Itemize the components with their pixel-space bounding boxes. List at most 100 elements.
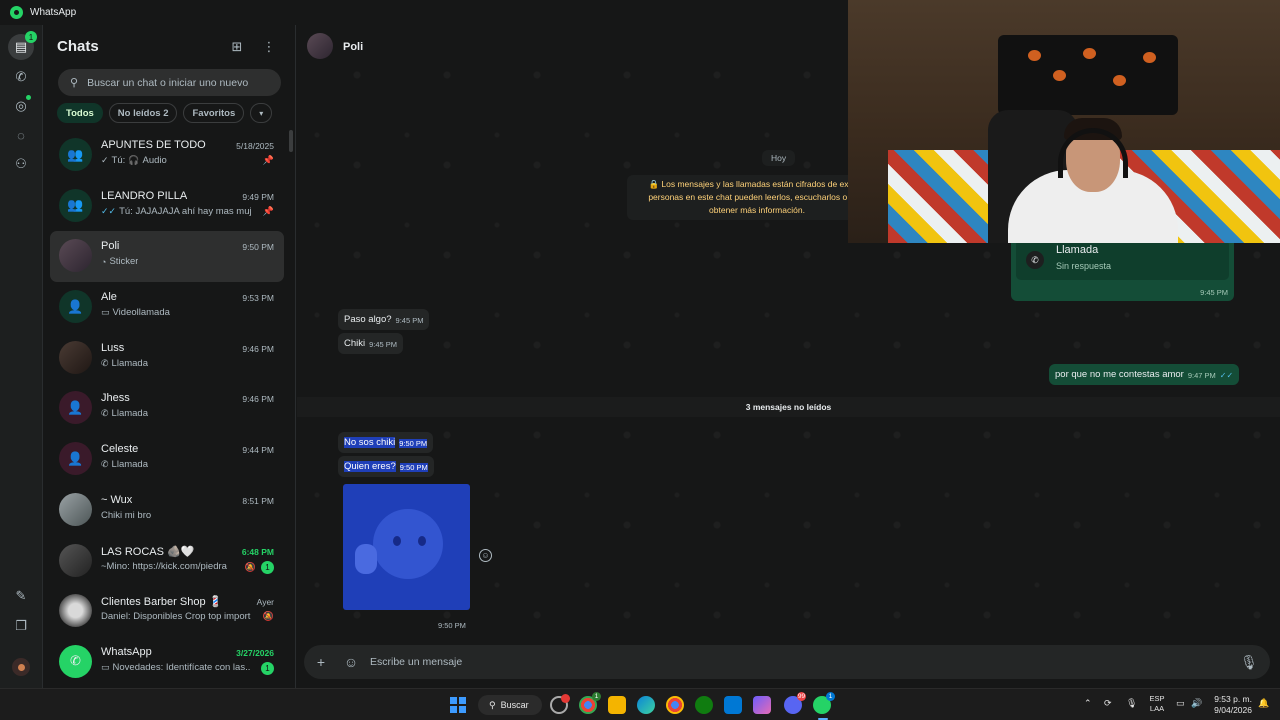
taskbar-xbox[interactable] xyxy=(695,696,713,714)
chat-row[interactable]: LAS ROCAS 🪨🤍 6:48 PM ~Mino: https://kick… xyxy=(50,536,284,587)
sticker-peace-hand xyxy=(355,544,377,574)
chat-row[interactable]: 👤 Ale 9:53 PM ▭ Videollamada xyxy=(50,282,284,333)
chat-list-scrollbar[interactable] xyxy=(289,130,293,152)
microphone-tray-icon[interactable]: 🎙 xyxy=(1126,698,1137,709)
search-input[interactable] xyxy=(87,76,268,89)
chat-row[interactable]: 👥 APUNTES DE TODO 5/18/2025 ✓ Tú: 🎧 Audio 📌 xyxy=(50,130,284,181)
windows-logo-icon xyxy=(459,697,466,704)
emoji-react-icon[interactable]: ☺ xyxy=(479,549,492,562)
incoming-message[interactable]: Quien eres? 9:50 PM xyxy=(338,456,434,477)
chat-time: Ayer xyxy=(256,597,274,608)
missed-call-message[interactable]: ✆ Llamada Sin respuesta 9:45 PM xyxy=(1011,235,1234,301)
taskbar-edge[interactable] xyxy=(637,696,655,714)
chat-name: LEANDRO PILLA xyxy=(101,189,188,202)
filter-more-button[interactable]: ▾ xyxy=(250,103,273,123)
channels-nav-button[interactable]: ◌ xyxy=(8,122,34,148)
incoming-message[interactable]: Paso algo? 9:45 PM xyxy=(338,309,430,330)
chat-row[interactable]: ~ Wux 8:51 PM Chiki mi bro xyxy=(50,485,284,536)
incoming-message[interactable]: Chiki 9:45 PM xyxy=(338,333,404,354)
notifications-icon[interactable]: 🔔 xyxy=(1258,698,1269,709)
sticker-message[interactable] xyxy=(343,484,470,610)
new-chat-button[interactable]: ⊞ xyxy=(229,39,245,55)
communities-icon: ⚇ xyxy=(15,156,27,171)
taskbar-discord[interactable]: 99 xyxy=(784,692,806,714)
start-button[interactable] xyxy=(450,697,466,713)
chat-row[interactable]: 👤 Jhess 9:46 PM ✆ Llamada xyxy=(50,383,284,434)
chat-preview-text: Llamada xyxy=(111,408,148,420)
taskbar-copilot-app[interactable] xyxy=(753,696,771,714)
message-time: 9:47 PM xyxy=(1187,371,1216,380)
message-text: Quien eres? xyxy=(344,461,396,472)
chats-nav-button[interactable]: ▤ 1 xyxy=(8,31,37,60)
chat-row[interactable]: Luss 9:46 PM ✆ Llamada xyxy=(50,333,284,384)
message-time: 9:50 PM xyxy=(438,621,466,630)
person-icon: 👤 xyxy=(67,298,84,314)
missed-call-icon: ✆ xyxy=(101,459,109,470)
chat-time: 9:46 PM xyxy=(242,394,274,405)
media-nav-button[interactable]: ❐ xyxy=(8,613,34,639)
channels-icon: ◌ xyxy=(17,127,25,143)
filter-unread[interactable]: No leídos 2 xyxy=(108,103,178,123)
encryption-line: personas en este chat pueden leerlos, es… xyxy=(648,192,866,202)
chat-rows: 👥 APUNTES DE TODO 5/18/2025 ✓ Tú: 🎧 Audio 📌… xyxy=(50,130,284,688)
chat-preview-text: Llamada xyxy=(111,357,148,369)
status-nav-button[interactable]: ◎ xyxy=(8,93,34,119)
chat-bubble-icon: ▤ xyxy=(14,39,28,54)
taskbar-chrome[interactable] xyxy=(666,696,684,714)
chat-row[interactable]: Clientes Barber Shop 💈 Ayer Daniel: Disp… xyxy=(50,586,284,637)
chat-list-panel: Chats ⊞ ⋮ ⚲ Todos No leídos 2 Favoritos … xyxy=(44,25,296,688)
communities-nav-button[interactable]: ⚇ xyxy=(8,151,34,177)
chat-preview-text: ~Mino: https://kick.com/piedra xyxy=(101,560,227,572)
sync-icon[interactable]: ⟳ xyxy=(1104,698,1112,709)
whatsapp-badge: 1 xyxy=(826,692,835,701)
incoming-message[interactable]: No sos chiki 9:50 PM xyxy=(338,432,434,453)
taskbar-photos[interactable] xyxy=(724,696,742,714)
taskbar-search[interactable]: ⚲ Buscar xyxy=(478,695,542,715)
chat-meta: 🔕 1 xyxy=(245,560,274,574)
taskbar-copilot[interactable] xyxy=(550,694,570,714)
taskbar-file-explorer[interactable] xyxy=(608,696,626,714)
contact-photo-avatar xyxy=(59,492,92,526)
chat-time: 6:48 PM xyxy=(241,546,274,557)
chat-row[interactable]: ✆ WhatsApp 3/27/2026 ▭ Novedades: Identif… xyxy=(50,637,284,688)
starred-nav-button[interactable]: ✎ xyxy=(8,583,34,609)
input-language[interactable]: ESP LAA xyxy=(1146,694,1168,714)
contact-photo-avatar xyxy=(59,239,92,273)
message-input[interactable] xyxy=(370,656,1232,668)
taskbar-chrome-profile[interactable]: 1 xyxy=(579,692,601,714)
chat-row[interactable]: 👤 Celeste 9:44 PM ✆ Llamada xyxy=(50,434,284,485)
outgoing-message[interactable]: por que no me contestas amor 9:47 PM ✓✓ xyxy=(1049,364,1240,385)
profile-avatar[interactable] xyxy=(12,658,30,676)
chrome-badge: 1 xyxy=(592,692,601,701)
network-icon[interactable]: ▭ xyxy=(1176,698,1185,709)
filter-all[interactable]: Todos xyxy=(57,103,103,123)
system-clock[interactable]: 9:53 p. m. 9/04/2026 xyxy=(1206,694,1252,716)
chat-meta: 1 xyxy=(261,661,274,675)
chat-preview: ▭ Videollamada xyxy=(101,307,170,318)
webcam-overlay xyxy=(848,0,1280,243)
taskbar-whatsapp[interactable]: 1 xyxy=(813,692,835,714)
sent-tick-icon: ✓ xyxy=(101,155,109,165)
missed-call-icon: ✆ xyxy=(101,357,109,368)
cam-decoration xyxy=(1028,50,1041,61)
call-subtitle: Sin respuesta xyxy=(1056,261,1112,271)
attach-button[interactable]: + xyxy=(308,649,334,675)
menu-button[interactable]: ⋮ xyxy=(261,39,277,55)
chat-row-selected[interactable]: Poli 9:50 PM ◔ Sticker xyxy=(50,231,284,283)
chat-row[interactable]: 👥 LEANDRO PILLA 9:49 PM ✓✓ Tú: JAJAJAJA a… xyxy=(50,181,284,232)
voice-message-button[interactable]: 🎙 xyxy=(1236,649,1262,675)
volume-icon[interactable]: 🔊 xyxy=(1191,698,1202,709)
encryption-line: obtener más información. xyxy=(709,205,805,215)
contact-avatar[interactable] xyxy=(307,33,333,59)
chat-name: Clientes Barber Shop 💈 xyxy=(101,596,223,609)
sticker-button[interactable]: ☺ xyxy=(338,649,364,675)
tray-overflow-icon[interactable]: ⌃ xyxy=(1084,698,1092,709)
taskbar: ⚲ Buscar 1 99 1 ⌃ ⟳ 🎙 ESP LAA ▭ 🔊 9:53 p… xyxy=(0,688,1280,720)
encryption-line: 🔒 Los mensajes y las llamadas están cifr… xyxy=(648,179,866,189)
search-box[interactable]: ⚲ xyxy=(58,69,281,96)
lang-layout: LAA xyxy=(1149,704,1165,713)
filter-favorites[interactable]: Favoritos xyxy=(183,103,245,123)
calls-nav-button[interactable]: ✆ xyxy=(8,64,34,90)
chat-preview: ✆ Llamada xyxy=(101,459,148,470)
unread-divider: 3 mensajes no leídos xyxy=(297,397,1280,417)
